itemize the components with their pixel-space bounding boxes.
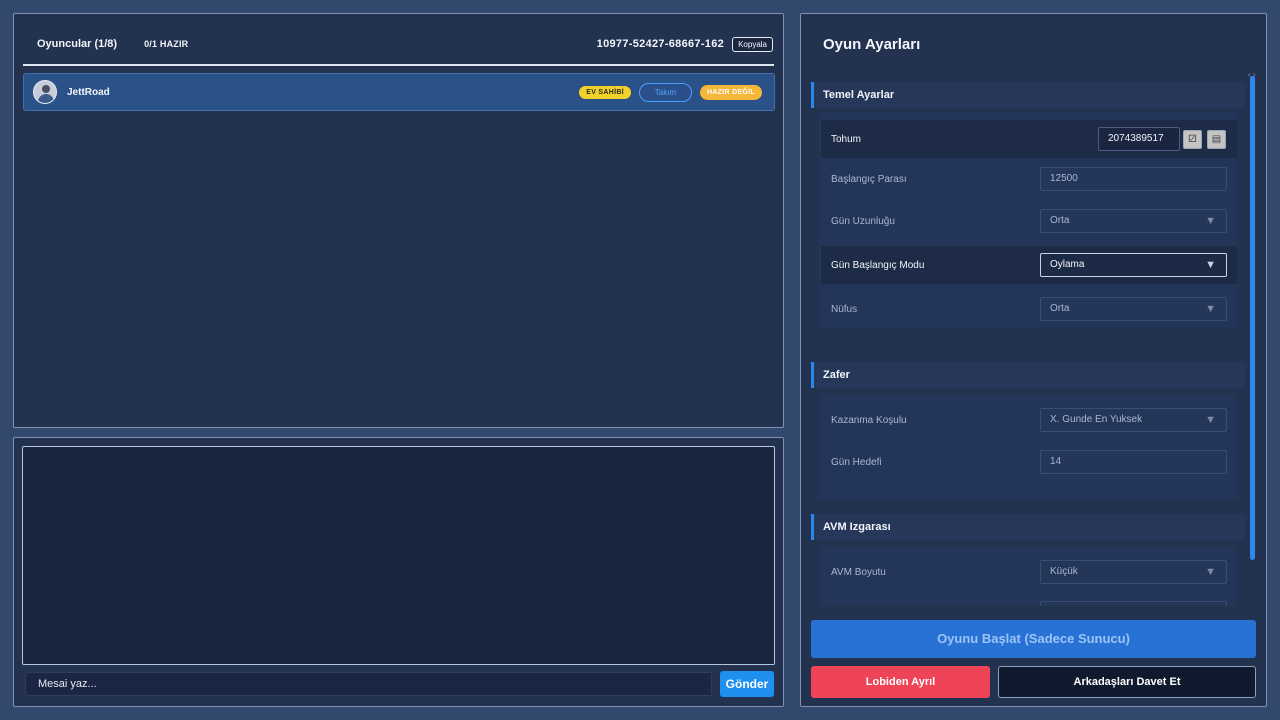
dice-icon[interactable]: ⚂ bbox=[1183, 129, 1202, 149]
seed-row: Tohum 2074389517 ⚂ ▤ bbox=[821, 120, 1237, 158]
population-row: Nüfus Orta ▼ bbox=[821, 290, 1237, 328]
ready-count: 0/1 HAZIR bbox=[144, 39, 189, 49]
mall-size-value: Küçük bbox=[1050, 566, 1078, 577]
day-start-mode-select[interactable]: Oylama ▼ bbox=[1040, 253, 1227, 277]
population-select[interactable]: Orta ▼ bbox=[1040, 297, 1227, 321]
day-length-row: Gün Uzunluğu Orta ▼ bbox=[821, 202, 1237, 240]
section-mall-grid-title: AVM Izgarası bbox=[811, 514, 1245, 540]
clipboard-icon[interactable]: ▤ bbox=[1207, 129, 1226, 149]
chevron-down-icon: ▼ bbox=[1205, 259, 1216, 271]
section-basic-title: Temel Ayarlar bbox=[811, 82, 1245, 108]
seed-input[interactable]: 2074389517 bbox=[1098, 127, 1180, 151]
chevron-down-icon: ▼ bbox=[1205, 414, 1216, 426]
day-goal-row: Gün Hedefi 14 bbox=[821, 443, 1237, 481]
invite-friends-button[interactable]: Arkadaşları Davet Et bbox=[998, 666, 1256, 698]
win-condition-row: Kazanma Koşulu X. Gunde En Yuksek ▼ bbox=[821, 401, 1237, 439]
chevron-down-icon: ▼ bbox=[1205, 215, 1216, 227]
mall-size-select[interactable]: Küçük ▼ bbox=[1040, 560, 1227, 584]
day-length-label: Gün Uzunluğu bbox=[831, 215, 895, 227]
seed-label: Tohum bbox=[831, 133, 862, 145]
start-money-label: Başlangıç Parası bbox=[831, 173, 907, 185]
win-condition-select[interactable]: X. Gunde En Yuksek ▼ bbox=[1040, 408, 1227, 432]
day-goal-label: Gün Hedefi bbox=[831, 456, 882, 468]
lobby-code: 10977-52427-68667-162 bbox=[596, 38, 725, 50]
copy-code-button[interactable]: Kopyala bbox=[732, 36, 773, 52]
day-start-mode-row: Gün Başlangıç Modu Oylama ▼ bbox=[821, 246, 1237, 284]
start-money-row: Başlangıç Parası 12500 bbox=[821, 160, 1237, 198]
chat-log[interactable] bbox=[22, 446, 775, 665]
day-start-mode-label: Gün Başlangıç Modu bbox=[831, 259, 925, 271]
team-button[interactable]: Takım bbox=[638, 82, 692, 102]
chat-panel: Mesai yaz... Gönder bbox=[13, 437, 784, 707]
day-goal-input[interactable]: 14 bbox=[1040, 450, 1227, 474]
section-victory-title: Zafer bbox=[811, 362, 1245, 388]
settings-title: Oyun Ayarları bbox=[823, 36, 921, 53]
day-length-value: Orta bbox=[1050, 215, 1070, 226]
players-panel: Oyuncular (1/8) 0/1 HAZIR 10977-52427-68… bbox=[13, 13, 784, 428]
ready-status-badge: HAZIR DEĞİL bbox=[699, 84, 762, 100]
host-badge: EV SAHİBİ bbox=[579, 85, 631, 99]
chevron-down-icon: ▼ bbox=[1205, 566, 1216, 578]
chat-input[interactable]: Mesai yaz... bbox=[25, 672, 712, 696]
population-label: Nüfus bbox=[831, 303, 858, 315]
win-condition-value: X. Gunde En Yuksek bbox=[1050, 414, 1143, 425]
player-row: JettRoad EV SAHİBİ Takım HAZIR DEĞİL bbox=[23, 73, 775, 111]
settings-panel: Oyun Ayarları ‹ › Temel Ayarlar Tohum 20… bbox=[800, 13, 1267, 707]
player-name: JettRoad bbox=[67, 86, 110, 98]
start-money-input[interactable]: 12500 bbox=[1040, 167, 1227, 191]
send-button[interactable]: Gönder bbox=[720, 671, 774, 697]
players-title: Oyuncular (1/8) bbox=[37, 38, 118, 50]
chevron-down-icon: ▼ bbox=[1205, 303, 1216, 315]
settings-scrollbar[interactable] bbox=[1250, 76, 1255, 560]
mall-size-row: AVM Boyutu Küçük ▼ bbox=[821, 553, 1237, 591]
avatar-body bbox=[38, 94, 54, 103]
day-length-select[interactable]: Orta ▼ bbox=[1040, 209, 1227, 233]
avatar bbox=[33, 80, 57, 104]
players-header: Oyuncular (1/8) 0/1 HAZIR 10977-52427-68… bbox=[23, 24, 774, 66]
settings-scroll-area: Temel Ayarlar Tohum 2074389517 ⚂ ▤ Başla… bbox=[809, 76, 1245, 606]
population-value: Orta bbox=[1050, 303, 1070, 314]
next-setting-field[interactable] bbox=[1040, 601, 1227, 606]
day-start-mode-value: Oylama bbox=[1050, 259, 1085, 270]
leave-lobby-button[interactable]: Lobiden Ayrıl bbox=[811, 666, 990, 698]
avatar-head bbox=[42, 85, 50, 93]
mall-size-label: AVM Boyutu bbox=[831, 566, 886, 578]
win-condition-label: Kazanma Koşulu bbox=[831, 414, 907, 426]
start-game-button[interactable]: Oyunu Başlat (Sadece Sunucu) bbox=[811, 620, 1256, 658]
